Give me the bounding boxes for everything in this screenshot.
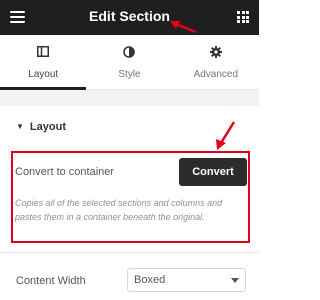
annotation-arrows [170,21,236,150]
annotation-arrow-convert [216,121,236,150]
annotation-arrow-title [170,21,197,34]
